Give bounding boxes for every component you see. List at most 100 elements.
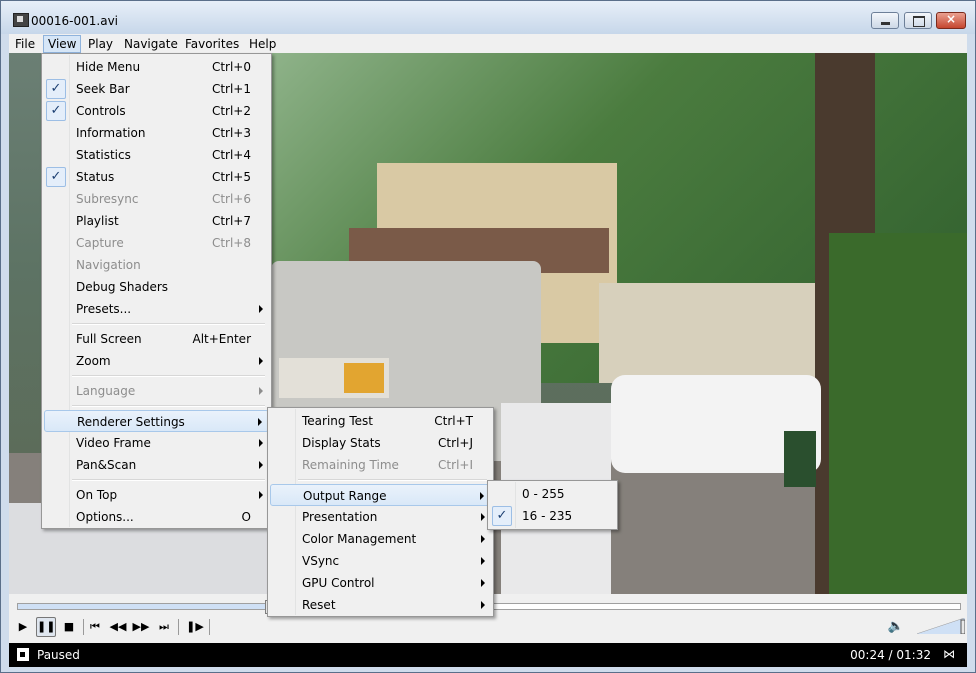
status-paused-icon xyxy=(17,648,29,661)
menu-item-debug-shaders[interactable]: Debug Shaders xyxy=(44,276,269,298)
menu-separator xyxy=(72,323,265,325)
menu-item-status[interactable]: ✓ Status Ctrl+5 xyxy=(44,166,269,188)
close-icon: × xyxy=(945,12,957,26)
menu-item-presets[interactable]: Presets... xyxy=(44,298,269,320)
previous-button[interactable]: ⏮ xyxy=(85,617,105,637)
menu-item-pan-scan[interactable]: Pan&Scan xyxy=(44,454,269,476)
close-button[interactable]: × xyxy=(936,12,966,29)
menu-separator xyxy=(72,375,265,377)
menu-item-shortcut: Ctrl+3 xyxy=(211,126,251,140)
menu-item-shortcut: O xyxy=(241,510,251,524)
menu-item-label: Remaining Time xyxy=(302,458,399,472)
menu-item-playlist[interactable]: Playlist Ctrl+7 xyxy=(44,210,269,232)
menu-item-label: Tearing Test xyxy=(302,414,373,428)
menu-item-hide-menu[interactable]: Hide Menu Ctrl+0 xyxy=(44,56,269,78)
view-menu: Hide Menu Ctrl+0 ✓ Seek Bar Ctrl+1 ✓ Controls C… xyxy=(41,53,272,529)
submenu-arrow-icon xyxy=(259,491,263,499)
minimize-button[interactable] xyxy=(871,12,899,29)
menu-item-label: Information xyxy=(76,126,146,140)
menu-item-navigation: Navigation xyxy=(44,254,269,276)
checkmark-icon: ✓ xyxy=(46,167,66,187)
menu-item-full-screen[interactable]: Full Screen Alt+Enter xyxy=(44,328,269,350)
menu-item-label: Debug Shaders xyxy=(76,280,169,294)
menu-item-color-management[interactable]: Color Management xyxy=(270,528,491,550)
menu-item-label: Language xyxy=(76,384,136,398)
menu-navigate[interactable]: Navigate xyxy=(120,36,182,52)
menu-item-gpu-control[interactable]: GPU Control xyxy=(270,572,491,594)
frame-step-button[interactable]: ❚▶ xyxy=(185,617,205,637)
output-range-submenu: 0 - 255 ✓ 16 - 235 xyxy=(487,480,618,530)
controls-divider xyxy=(178,619,179,635)
menu-item-renderer-settings[interactable]: Renderer Settings xyxy=(44,410,269,432)
menu-item-0-255[interactable]: 0 - 255 xyxy=(490,483,615,505)
menu-item-options[interactable]: Options... O xyxy=(44,506,269,528)
menu-file[interactable]: File xyxy=(11,36,39,52)
menu-item-label: Full Screen xyxy=(76,332,142,346)
video-truck-stripe xyxy=(344,363,384,393)
menu-item-16-235[interactable]: ✓ 16 - 235 xyxy=(490,505,615,527)
stereo-icon: ⋈ xyxy=(943,647,955,661)
volume-icon[interactable]: 🔈 xyxy=(887,618,905,636)
menu-item-label: Capture xyxy=(76,236,124,250)
submenu-arrow-icon xyxy=(259,439,263,447)
renderer-settings-submenu: Tearing Test Ctrl+T Display Stats Ctrl+J Rem… xyxy=(267,407,494,617)
submenu-arrow-icon xyxy=(481,601,485,609)
menu-item-output-range[interactable]: Output Range xyxy=(270,484,491,506)
menu-view[interactable]: View xyxy=(43,35,82,53)
menu-item-remaining-time: Remaining Time Ctrl+I xyxy=(270,454,491,476)
fast-forward-button[interactable]: ▶▶ xyxy=(131,617,151,637)
status-text: Paused xyxy=(37,648,80,662)
app-icon[interactable] xyxy=(13,13,29,27)
menu-item-statistics[interactable]: Statistics Ctrl+4 xyxy=(44,144,269,166)
window-title: 00016-001.avi xyxy=(31,14,119,28)
submenu-arrow-icon xyxy=(258,418,262,426)
menu-item-display-stats[interactable]: Display Stats Ctrl+J xyxy=(270,432,491,454)
menu-item-shortcut: Ctrl+5 xyxy=(211,170,251,184)
minimize-icon xyxy=(881,22,890,25)
next-button[interactable]: ⏭ xyxy=(154,617,174,637)
menu-item-vsync[interactable]: VSync xyxy=(270,550,491,572)
menu-item-capture: Capture Ctrl+8 xyxy=(44,232,269,254)
seek-bar-fill xyxy=(18,604,268,609)
menu-play[interactable]: Play xyxy=(84,36,117,52)
maximize-button[interactable] xyxy=(904,12,932,29)
time-display[interactable]: 00:24 / 01:32 xyxy=(850,648,931,662)
menu-help[interactable]: Help xyxy=(245,36,280,52)
menu-item-label: Presentation xyxy=(302,510,378,524)
stop-button[interactable]: ■ xyxy=(59,617,79,637)
status-bar: Paused 00:24 / 01:32 ⋈ xyxy=(9,643,967,667)
menu-item-seek-bar[interactable]: ✓ Seek Bar Ctrl+1 xyxy=(44,78,269,100)
menu-item-shortcut: Ctrl+8 xyxy=(211,236,251,250)
controls-divider xyxy=(209,619,210,635)
menu-item-label: Seek Bar xyxy=(76,82,130,96)
menu-item-label: Zoom xyxy=(76,354,111,368)
menu-item-label: Options... xyxy=(76,510,134,524)
menu-item-reset[interactable]: Reset xyxy=(270,594,491,616)
menu-item-video-frame[interactable]: Video Frame xyxy=(44,432,269,454)
menu-item-tearing-test[interactable]: Tearing Test Ctrl+T xyxy=(270,410,491,432)
menu-item-shortcut: Ctrl+2 xyxy=(211,104,251,118)
menu-bar: File View Play Navigate Favorites Help xyxy=(9,34,967,53)
submenu-arrow-icon xyxy=(259,387,263,395)
menu-item-language: Language xyxy=(44,380,269,402)
pause-button[interactable]: ❚❚ xyxy=(36,617,56,637)
play-button[interactable]: ▶ xyxy=(13,617,33,637)
rewind-button[interactable]: ◀◀ xyxy=(108,617,128,637)
submenu-arrow-icon xyxy=(480,492,484,500)
menu-favorites[interactable]: Favorites xyxy=(181,36,243,52)
menu-item-label: Output Range xyxy=(303,489,387,503)
menu-item-on-top[interactable]: On Top xyxy=(44,484,269,506)
volume-slider[interactable] xyxy=(917,618,965,634)
menu-item-zoom[interactable]: Zoom xyxy=(44,350,269,372)
menu-item-shortcut: Ctrl+0 xyxy=(211,60,251,74)
menu-item-label: Controls xyxy=(76,104,126,118)
menu-item-controls[interactable]: ✓ Controls Ctrl+2 xyxy=(44,100,269,122)
menu-item-label: VSync xyxy=(302,554,340,568)
menu-item-label: Video Frame xyxy=(76,436,151,450)
menu-item-label: Navigation xyxy=(76,258,141,272)
title-bar[interactable]: 00016-001.avi × xyxy=(1,1,975,34)
menu-item-label: Display Stats xyxy=(302,436,381,450)
submenu-arrow-icon xyxy=(481,535,485,543)
menu-item-information[interactable]: Information Ctrl+3 xyxy=(44,122,269,144)
menu-item-presentation[interactable]: Presentation xyxy=(270,506,491,528)
